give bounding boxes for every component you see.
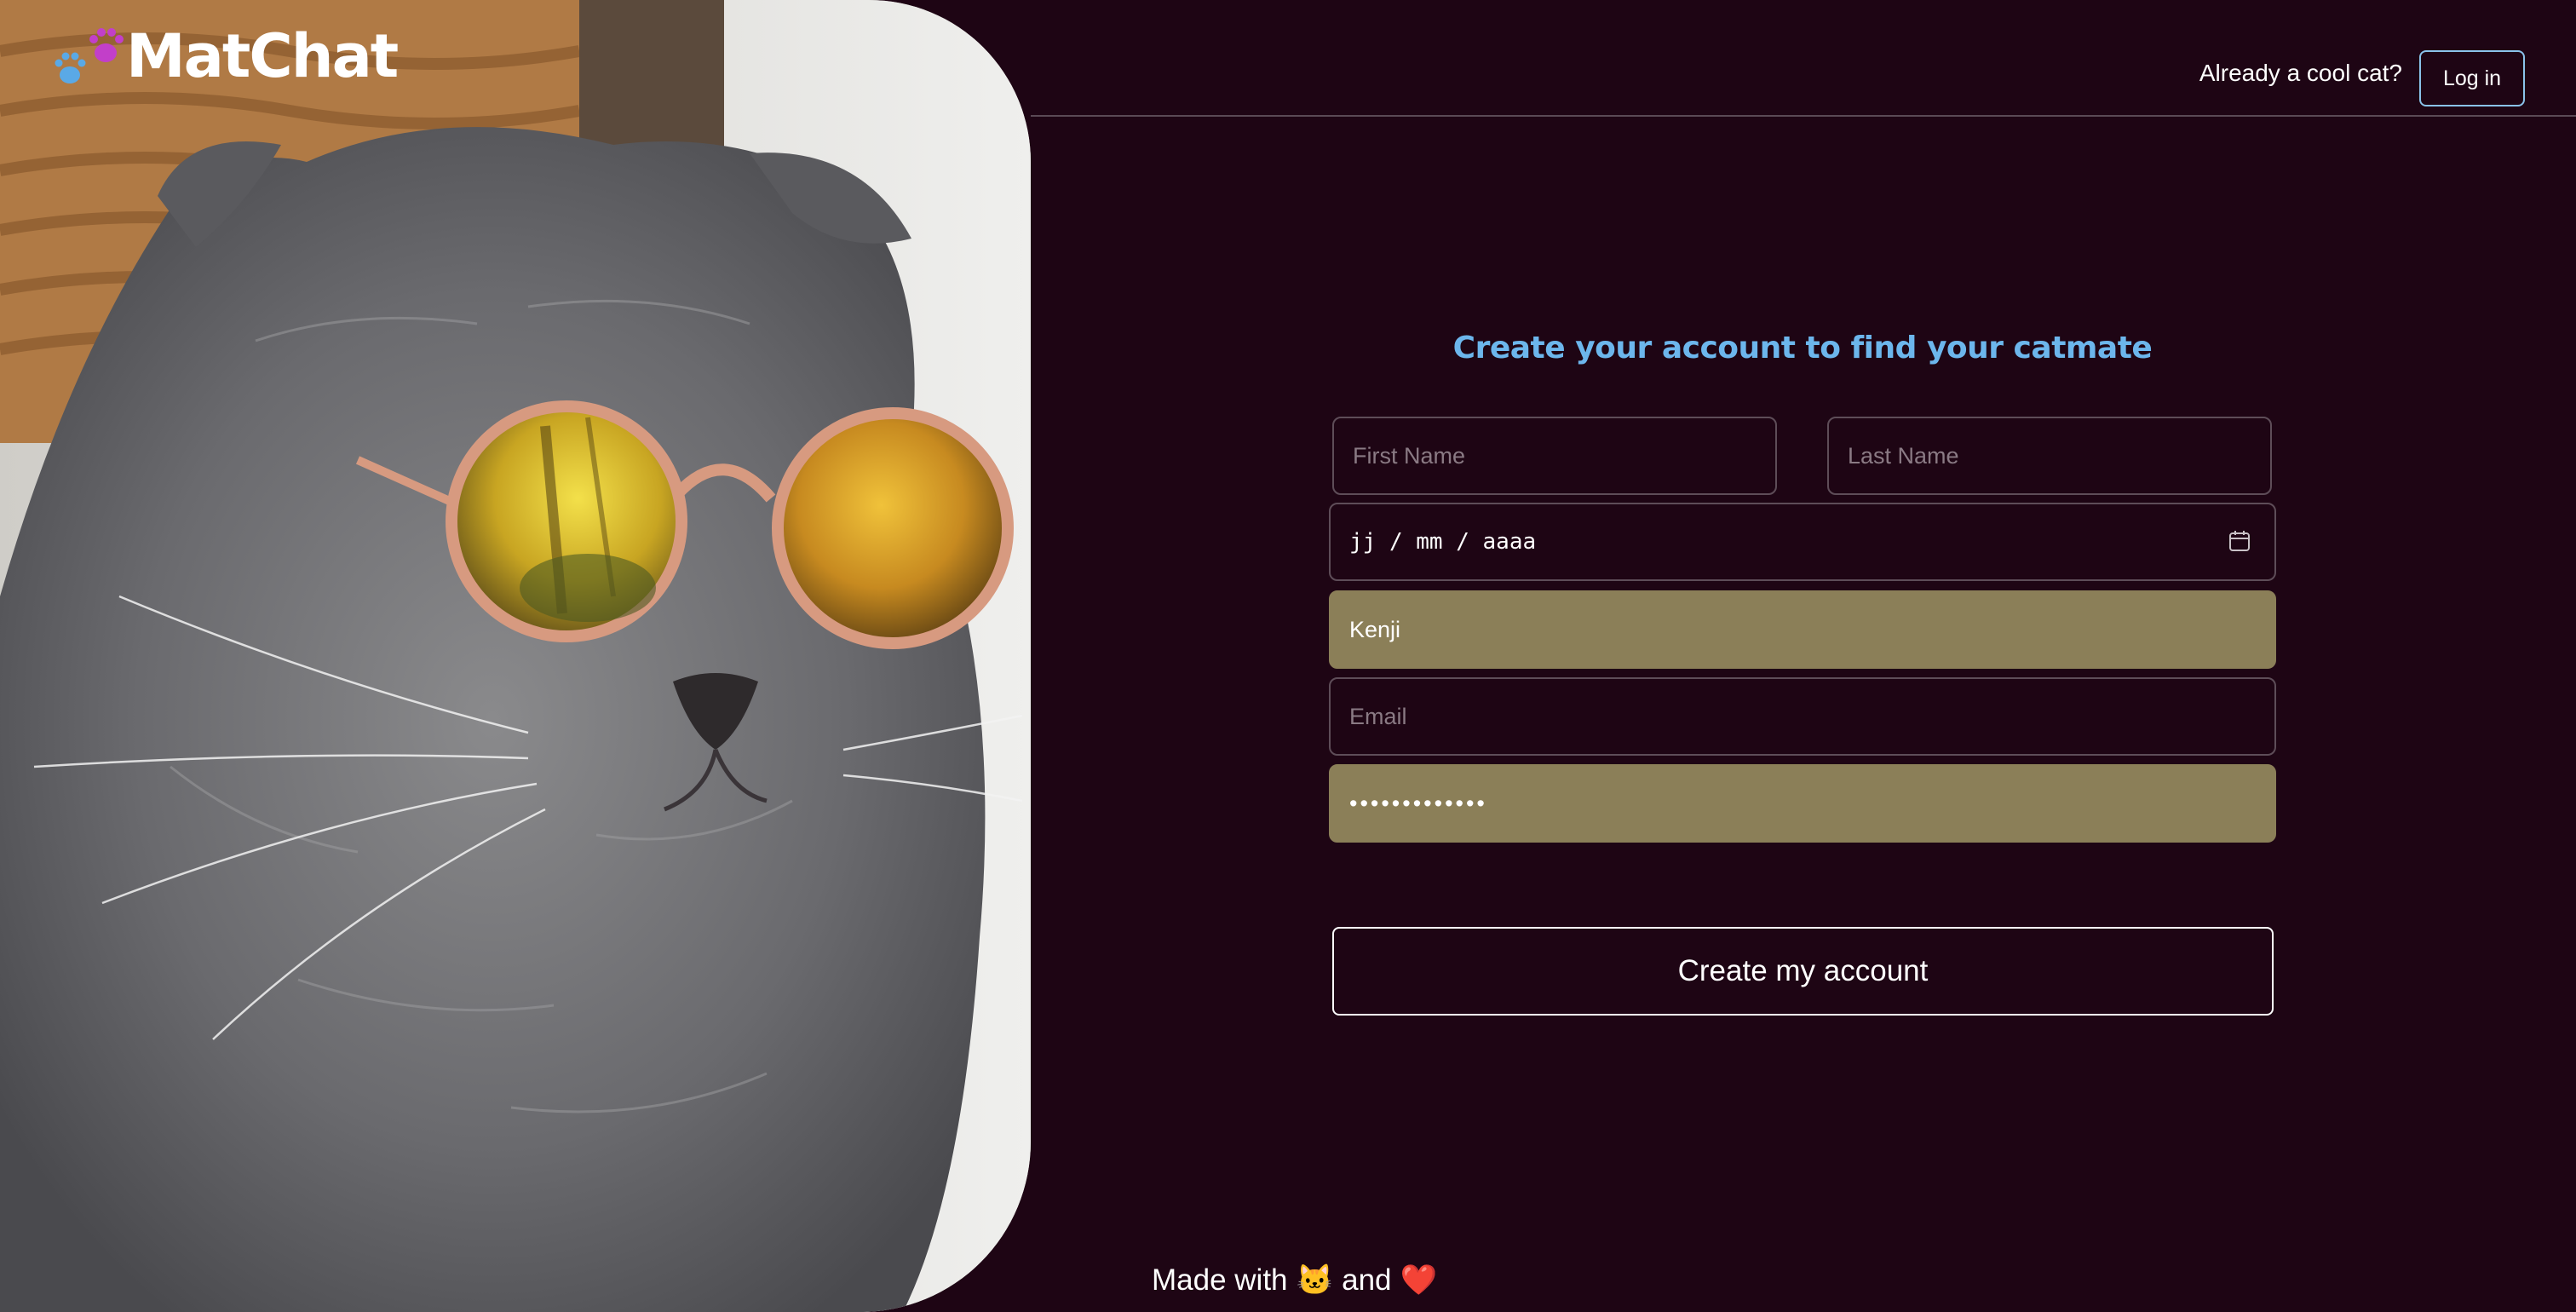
cat-with-sunglasses-illustration	[0, 0, 1031, 1312]
calendar-icon[interactable]	[2228, 530, 2251, 558]
create-account-button[interactable]: Create my account	[1332, 927, 2274, 1016]
first-name-placeholder: First Name	[1353, 442, 1466, 469]
birthdate-display: jj / mm / aaaa	[1349, 529, 1537, 555]
signup-page: MatChat Already a cool cat? Log in Creat…	[0, 0, 2576, 1312]
email-placeholder: Email	[1349, 703, 1407, 729]
email-field[interactable]: Email	[1329, 677, 2276, 756]
cat-emoji-icon: 🐱	[1296, 1263, 1334, 1297]
brand-name: MatChat	[126, 21, 399, 91]
footer-prefix: Made with	[1152, 1263, 1288, 1297]
login-button[interactable]: Log in	[2419, 50, 2525, 106]
paw-icon	[49, 22, 126, 90]
last-name-placeholder: Last Name	[1848, 442, 1959, 469]
birthdate-field[interactable]: jj / mm / aaaa	[1329, 503, 2276, 581]
password-value: •••••••••••••	[1349, 790, 1487, 816]
form-title: Create your account to find your catmate	[1452, 331, 2153, 365]
header-divider	[1031, 115, 2576, 117]
last-name-field[interactable]: Last Name	[1827, 417, 2272, 495]
heart-emoji-icon: ❤️	[1400, 1263, 1438, 1297]
hero-cat-image	[0, 0, 1031, 1312]
username-value: Kenji	[1349, 616, 1401, 642]
password-field[interactable]: •••••••••••••	[1329, 764, 2276, 843]
first-name-field[interactable]: First Name	[1332, 417, 1777, 495]
footer-middle: and	[1342, 1263, 1392, 1297]
brand-logo[interactable]: MatChat	[49, 21, 399, 91]
footer: Made with 🐱 and ❤️	[1152, 1263, 1437, 1298]
login-prompt: Already a cool cat?	[2199, 60, 2402, 86]
username-field[interactable]: Kenji	[1329, 590, 2276, 669]
